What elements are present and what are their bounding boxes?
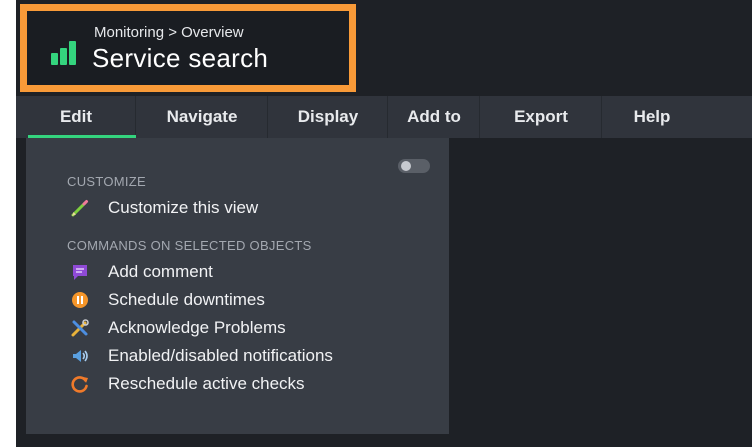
menu-bar: Edit Navigate Display Add to Export Help	[16, 96, 752, 138]
menu-export[interactable]: Export	[480, 96, 602, 138]
menu-edit[interactable]: Edit	[16, 96, 136, 138]
add-comment-item[interactable]: Add comment	[70, 260, 213, 284]
page-title: Service search	[92, 43, 269, 73]
acknowledge-problems-item[interactable]: Acknowledge Problems	[70, 316, 286, 340]
commands-heading: COMMANDS ON SELECTED OBJECTS	[67, 238, 312, 253]
menu-help[interactable]: Help	[602, 96, 702, 138]
notifications-item[interactable]: Enabled/disabled notifications	[70, 344, 333, 368]
breadcrumb[interactable]: Monitoring > Overview	[94, 24, 244, 41]
customize-view-item[interactable]: Customize this view	[70, 196, 258, 220]
menu-export-label: Export	[514, 107, 568, 126]
panel-toggle[interactable]	[398, 159, 430, 173]
menu-display-label: Display	[297, 107, 359, 126]
app-window: Monitoring > Overview Service search Edi…	[16, 0, 752, 447]
schedule-downtimes-label: Schedule downtimes	[108, 290, 265, 309]
menu-add-to[interactable]: Add to	[388, 96, 480, 138]
bar-chart-logo-icon	[51, 41, 77, 65]
refresh-icon	[70, 374, 90, 394]
acknowledge-problems-label: Acknowledge Problems	[108, 318, 286, 337]
notifications-label: Enabled/disabled notifications	[108, 346, 333, 365]
edit-menu-dropdown: CUSTOMIZE Customize this view COMMANDS O…	[26, 138, 449, 434]
pencil-icon	[70, 198, 90, 218]
add-comment-label: Add comment	[108, 262, 213, 281]
pause-icon	[70, 290, 90, 310]
speaker-icon	[70, 346, 90, 366]
reschedule-checks-item[interactable]: Reschedule active checks	[70, 372, 305, 396]
reschedule-checks-label: Reschedule active checks	[108, 374, 305, 393]
page-header: Monitoring > Overview Service search	[20, 4, 356, 92]
toggle-knob	[401, 161, 411, 171]
menu-edit-label: Edit	[59, 107, 93, 126]
customize-view-label: Customize this view	[108, 198, 259, 217]
menu-help-label: Help	[633, 107, 671, 126]
tools-icon	[70, 318, 90, 338]
menu-add-to-label: Add to	[407, 107, 461, 126]
comment-icon	[70, 262, 90, 282]
menu-navigate[interactable]: Navigate	[136, 96, 268, 138]
menu-navigate-label: Navigate	[166, 107, 238, 126]
schedule-downtimes-item[interactable]: Schedule downtimes	[70, 288, 265, 312]
customize-heading: CUSTOMIZE	[67, 174, 147, 189]
menu-display[interactable]: Display	[268, 96, 388, 138]
